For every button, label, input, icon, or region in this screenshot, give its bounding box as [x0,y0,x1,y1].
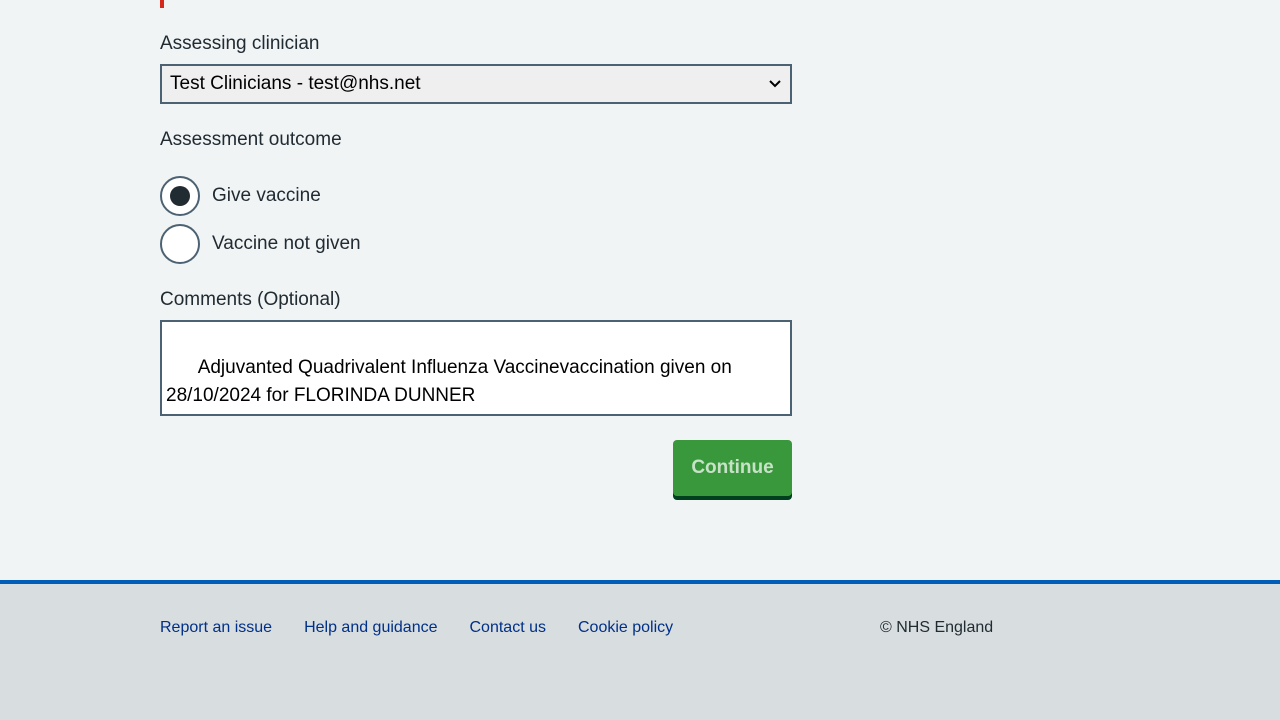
footer-link-cookie-policy[interactable]: Cookie policy [578,618,673,638]
clinician-select-value: Test Clinicians - test@nhs.net [170,73,421,94]
footer: Report an issue Help and guidance Contac… [0,580,1280,720]
radio-button[interactable] [160,176,200,216]
clinician-select[interactable]: Test Clinicians - test@nhs.net [160,64,792,104]
copyright-text: © NHS England [880,619,994,636]
page: Assessing clinician Test Clinicians - te… [0,0,1280,720]
continue-button[interactable]: Continue [673,440,792,496]
resize-grip-icon[interactable] [780,404,788,412]
radio-selected-dot [170,186,190,206]
error-summary-border [160,0,164,8]
radio-vaccine-not-given[interactable]: Vaccine not given [160,224,361,264]
comments-label: Comments (Optional) [160,289,341,310]
radio-label[interactable]: Give vaccine [212,185,321,207]
footer-link-contact-us[interactable]: Contact us [470,618,546,638]
chevron-down-icon [768,77,782,91]
comments-textarea[interactable]: Adjuvanted Quadrivalent Influenza Vaccin… [160,320,792,416]
radio-label[interactable]: Vaccine not given [212,233,361,255]
footer-links: Report an issue Help and guidance Contac… [160,618,673,638]
clinician-label: Assessing clinician [160,33,320,54]
comments-text: Adjuvanted Quadrivalent Influenza Vaccin… [166,357,738,406]
radio-button[interactable] [160,224,200,264]
outcome-label: Assessment outcome [160,129,342,150]
footer-link-help-guidance[interactable]: Help and guidance [304,618,437,638]
radio-give-vaccine[interactable]: Give vaccine [160,176,321,216]
footer-link-report-issue[interactable]: Report an issue [160,618,272,638]
